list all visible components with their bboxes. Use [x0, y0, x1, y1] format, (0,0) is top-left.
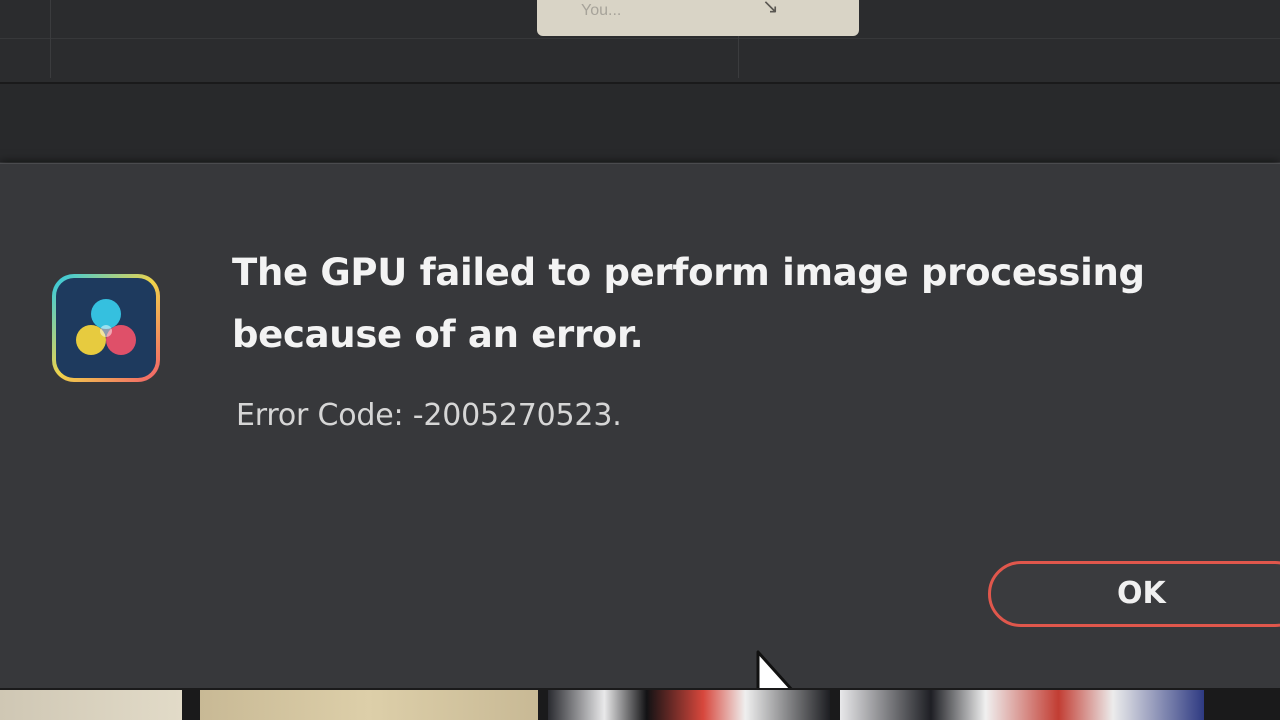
background-panel-band	[0, 84, 1280, 163]
pill-arrow-icon: ↘	[762, 0, 779, 18]
dialog-title: The GPU failed to perform image processi…	[232, 251, 1145, 356]
davinci-resolve-icon	[52, 274, 160, 382]
thumbnail-clip[interactable]	[548, 690, 830, 720]
error-code-text: Error Code: -2005270523.	[236, 398, 622, 433]
toolbar-divider-left	[50, 0, 51, 78]
app-logo-graphic	[76, 299, 136, 355]
error-dialog: The GPU failed to perform image processi…	[0, 163, 1280, 720]
thumbnail-clip[interactable]	[0, 690, 182, 720]
background-app-toolbar: You... ↘	[0, 0, 1280, 84]
thumbnail-strip	[0, 688, 1280, 720]
ok-button[interactable]: OK	[988, 561, 1280, 627]
background-pill-label: You...	[581, 2, 622, 19]
background-search-pill[interactable]: You... ↘	[537, 0, 859, 36]
thumbnail-clip[interactable]	[200, 690, 538, 720]
thumbnail-clip[interactable]	[840, 690, 1204, 720]
toolbar-divider-horizontal	[0, 38, 1280, 39]
screen: You... ↘ The GPU failed to perform image…	[0, 0, 1280, 720]
